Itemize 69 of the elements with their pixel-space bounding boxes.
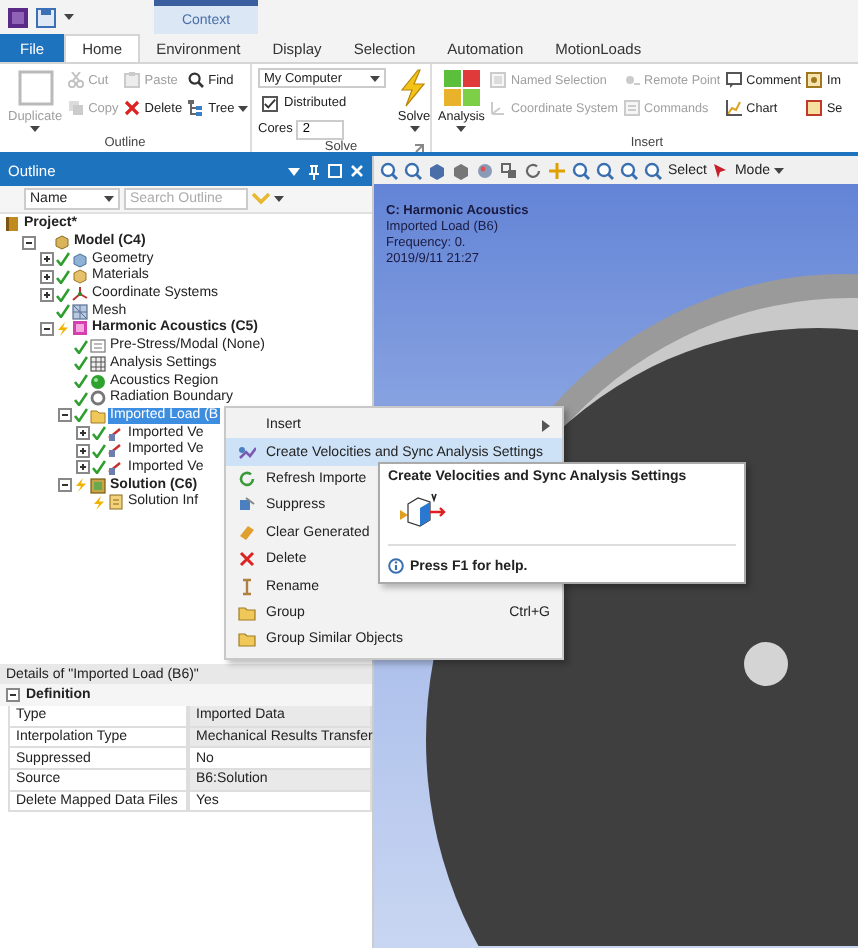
suppress-icon [237, 496, 255, 515]
caret-icon [104, 196, 114, 202]
collapse-icon[interactable] [6, 688, 20, 702]
eraser-icon [237, 523, 255, 542]
save-icon[interactable] [36, 7, 56, 27]
zoom-icon[interactable] [596, 161, 614, 179]
app-icon[interactable] [8, 7, 28, 27]
arrows-icon [237, 443, 255, 462]
close-icon[interactable] [350, 164, 364, 178]
launcher-icon[interactable] [414, 144, 424, 152]
document-icon [108, 494, 124, 511]
search-icon [188, 72, 205, 88]
analysis-icon [441, 68, 482, 108]
delete-icon [124, 100, 141, 116]
expand-icon[interactable] [76, 426, 90, 441]
info-icon [388, 558, 404, 574]
caret-icon [773, 167, 784, 173]
collapse-icon[interactable] [58, 408, 72, 423]
point-icon [624, 72, 641, 88]
caret-icon[interactable] [288, 167, 300, 175]
collapse-icon[interactable] [58, 478, 72, 493]
maximize-icon[interactable] [328, 164, 342, 178]
selection-icon [490, 72, 507, 88]
sphere-icon [90, 373, 106, 390]
scissors-icon [68, 72, 85, 88]
settings-icon [90, 338, 106, 355]
comment-icon [726, 72, 743, 88]
delete-icon [237, 550, 255, 569]
tree-icon [188, 100, 205, 116]
chart-icon [726, 100, 743, 116]
copy-icon [68, 100, 85, 116]
refresh-icon [237, 469, 255, 488]
pin-icon[interactable] [308, 163, 320, 179]
frame-icon[interactable] [500, 161, 518, 179]
grid-icon [90, 355, 106, 372]
checkbox[interactable] [262, 95, 278, 111]
analysis-icon [72, 320, 88, 337]
expand-icon[interactable] [40, 252, 54, 267]
cube-arrow-icon [400, 493, 446, 527]
clipboard-icon [124, 72, 141, 88]
book-icon [4, 216, 20, 233]
collapse-icon[interactable] [40, 321, 54, 336]
zoom-icon[interactable] [644, 161, 662, 179]
caret-icon [274, 196, 284, 202]
commands-icon [624, 100, 641, 116]
expand-icon[interactable] [76, 443, 90, 458]
check-icon [264, 97, 276, 109]
solution-icon [90, 477, 106, 494]
image-icon [806, 72, 823, 88]
axes-icon [490, 100, 507, 116]
zoom-icon[interactable] [404, 161, 422, 179]
cursor-icon[interactable] [712, 162, 729, 178]
zoom-icon[interactable] [572, 161, 590, 179]
sphere-icon[interactable] [476, 161, 494, 179]
ring-icon [90, 390, 106, 407]
expand-icon[interactable] [40, 287, 54, 302]
mesh-icon [72, 303, 88, 320]
rotate-icon[interactable] [524, 161, 542, 179]
zoom-icon[interactable] [620, 161, 638, 179]
zoom-icon[interactable] [380, 161, 398, 179]
rename-icon [237, 577, 255, 596]
axes-icon [72, 286, 88, 303]
dropdown-icon [64, 14, 74, 20]
expand-icon[interactable] [40, 269, 54, 284]
collapse-icon[interactable] [22, 235, 36, 250]
frame-icon [806, 100, 823, 116]
expand-icon[interactable] [76, 460, 90, 475]
duplicate-icon [15, 68, 56, 108]
caret-icon [370, 75, 380, 81]
